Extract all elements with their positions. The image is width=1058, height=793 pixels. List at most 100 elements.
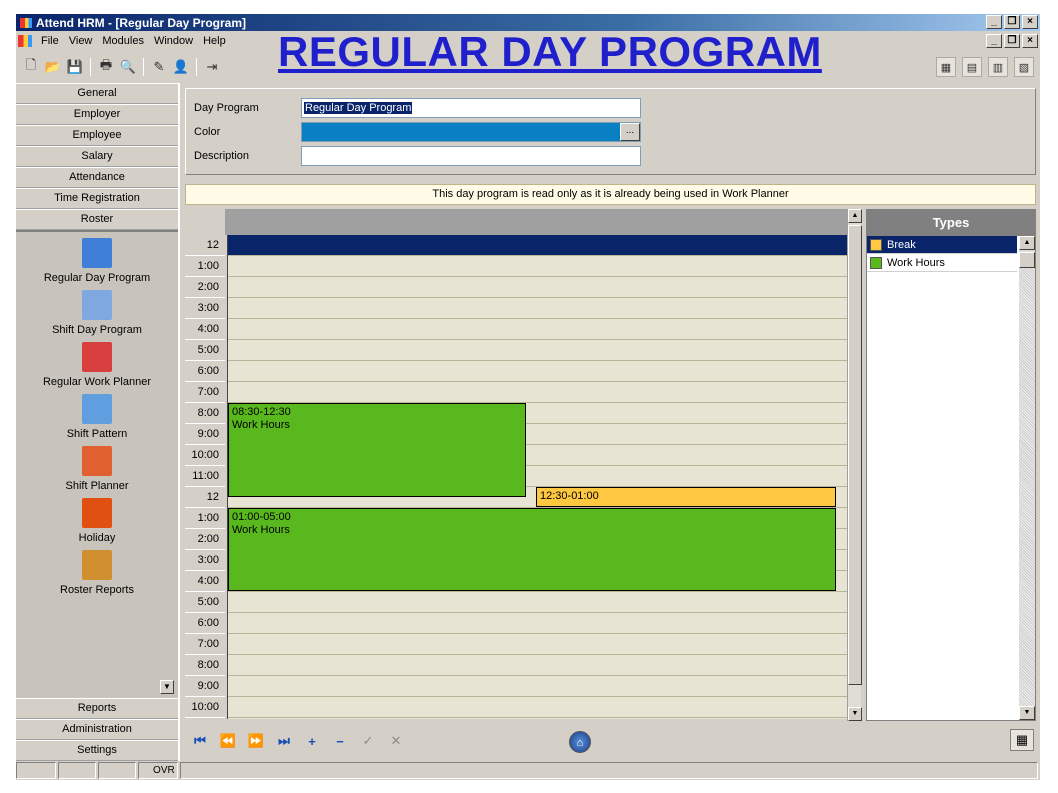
module-shift-planner[interactable]: Shift Planner: [16, 446, 178, 492]
time-slot-row[interactable]: [228, 319, 847, 340]
nav-settings[interactable]: Settings: [16, 740, 178, 761]
add-record-button[interactable]: +: [303, 732, 321, 750]
module-regular-work-planner[interactable]: Regular Work Planner: [16, 342, 178, 388]
types-scroll-down-button[interactable]: ▼: [1019, 706, 1035, 720]
module-roster-reports[interactable]: Roster Reports: [16, 550, 178, 596]
maximize-button[interactable]: ❐: [1004, 15, 1020, 29]
confirm-button[interactable]: ✓: [359, 732, 377, 750]
toolbar-separator: [196, 58, 197, 76]
module-regular-day-program[interactable]: Regular Day Program: [16, 238, 178, 284]
day-program-input[interactable]: Regular Day Program: [301, 98, 641, 118]
time-slot-row[interactable]: [228, 634, 847, 655]
minimize-button[interactable]: _: [986, 15, 1002, 29]
menu-view[interactable]: View: [64, 35, 98, 47]
scroll-down-button[interactable]: ▼: [848, 707, 862, 721]
nav-reports[interactable]: Reports: [16, 698, 178, 719]
status-cell: [16, 762, 56, 779]
menu-help[interactable]: Help: [198, 35, 231, 47]
menu-file[interactable]: File: [36, 35, 64, 47]
calendar-icon[interactable]: ▦: [1010, 729, 1034, 751]
nav-employee[interactable]: Employee: [16, 125, 178, 146]
time-slot-row[interactable]: [228, 361, 847, 382]
open-icon[interactable]: 📂: [44, 58, 62, 76]
time-slot-row[interactable]: [228, 676, 847, 697]
page-heading: REGULAR DAY PROGRAM: [278, 28, 822, 75]
time-slot-row[interactable]: [228, 235, 847, 256]
time-slot-row[interactable]: [228, 298, 847, 319]
types-scroll-up-button[interactable]: ▲: [1019, 236, 1035, 250]
holiday-icon: [82, 498, 112, 528]
exit-icon[interactable]: ⇥: [203, 58, 221, 76]
work-hours-event[interactable]: 08:30-12:30 Work Hours: [228, 403, 526, 497]
color-field[interactable]: ...: [301, 122, 641, 142]
time-slot-row[interactable]: [228, 592, 847, 613]
time-label: 8:00: [185, 655, 225, 676]
scroll-up-button[interactable]: ▲: [848, 209, 862, 223]
delete-record-button[interactable]: −: [331, 732, 349, 750]
color-picker-button[interactable]: ...: [620, 123, 640, 141]
home-icon[interactable]: ⌂: [569, 731, 591, 753]
nav-employer[interactable]: Employer: [16, 104, 178, 125]
time-label: 6:00: [185, 361, 225, 382]
description-input[interactable]: [301, 146, 641, 166]
planner-tool-icon[interactable]: ▤: [962, 57, 982, 77]
nav-time-registration[interactable]: Time Registration: [16, 188, 178, 209]
close-button[interactable]: ×: [1022, 15, 1038, 29]
first-record-button[interactable]: ⏮: [191, 732, 209, 750]
day-program-value: Regular Day Program: [304, 102, 413, 114]
time-slot-row[interactable]: [228, 613, 847, 634]
time-slot-row[interactable]: [228, 655, 847, 676]
toolbar-separator: [90, 58, 91, 76]
day-program-label: Day Program: [194, 102, 259, 114]
module-scroll-down-button[interactable]: ▼: [160, 680, 174, 694]
last-record-button[interactable]: ⏭: [275, 732, 293, 750]
print-icon[interactable]: 🖶: [97, 57, 115, 76]
type-item-break[interactable]: Break: [867, 236, 1017, 254]
nav-attendance[interactable]: Attendance: [16, 167, 178, 188]
module-shift-day-program[interactable]: Shift Day Program: [16, 290, 178, 336]
new-icon[interactable]: 🗋: [22, 57, 40, 76]
cancel-button[interactable]: ✕: [387, 732, 405, 750]
toolbar-separator: [143, 58, 144, 76]
types-scrollbar[interactable]: ▲ ▼: [1019, 236, 1035, 720]
module-holiday[interactable]: Holiday: [16, 498, 178, 544]
event-type: Work Hours: [232, 419, 290, 431]
menu-modules[interactable]: Modules: [97, 35, 149, 47]
nav-salary[interactable]: Salary: [16, 146, 178, 167]
type-item-work-hours[interactable]: Work Hours: [867, 254, 1017, 272]
next-record-button[interactable]: ⏩: [247, 732, 265, 750]
user-icon[interactable]: 👤: [172, 58, 190, 76]
time-slot-row[interactable]: [228, 277, 847, 298]
schedule-scrollbar[interactable]: ▲ ▼: [847, 209, 862, 721]
edit-icon[interactable]: ✎: [150, 58, 168, 76]
time-label: 10:00: [185, 445, 225, 466]
calendar-tool-icon[interactable]: ▦: [936, 57, 956, 77]
schedule-tool-icon[interactable]: ▥: [988, 57, 1008, 77]
document-app-icon[interactable]: [18, 35, 32, 47]
nav-roster[interactable]: Roster: [16, 209, 178, 230]
save-icon[interactable]: 💾: [66, 58, 84, 76]
time-slot-row[interactable]: [228, 382, 847, 403]
module-shift-pattern[interactable]: Shift Pattern: [16, 394, 178, 440]
menu-window[interactable]: Window: [149, 35, 198, 47]
time-slot-row[interactable]: [228, 340, 847, 361]
report-tool-icon[interactable]: ▧: [1014, 57, 1034, 77]
doc-restore-button[interactable]: ❐: [1004, 34, 1020, 48]
doc-minimize-button[interactable]: _: [986, 34, 1002, 48]
nav-administration[interactable]: Administration: [16, 719, 178, 740]
schedule-grid[interactable]: 08:30-12:30 Work Hours 12:30-01:00 01:00-05…: [227, 235, 847, 719]
scroll-thumb[interactable]: [848, 225, 862, 685]
break-event[interactable]: 12:30-01:00: [536, 487, 836, 507]
work-hours-event[interactable]: 01:00-05:00 Work Hours: [228, 508, 836, 591]
types-scroll-thumb[interactable]: [1019, 252, 1035, 268]
event-time: 08:30-12:30: [232, 406, 291, 418]
read-only-notice: This day program is read only as it is a…: [185, 184, 1036, 205]
time-slot-row[interactable]: [228, 256, 847, 277]
preview-icon[interactable]: 🔍: [119, 58, 137, 76]
status-cell: [57, 762, 96, 779]
previous-record-button[interactable]: ⏪: [219, 732, 237, 750]
nav-general[interactable]: General: [16, 83, 178, 104]
doc-close-button[interactable]: ×: [1022, 34, 1038, 48]
time-slot-row[interactable]: [228, 697, 847, 718]
time-label: 4:00: [185, 319, 225, 340]
